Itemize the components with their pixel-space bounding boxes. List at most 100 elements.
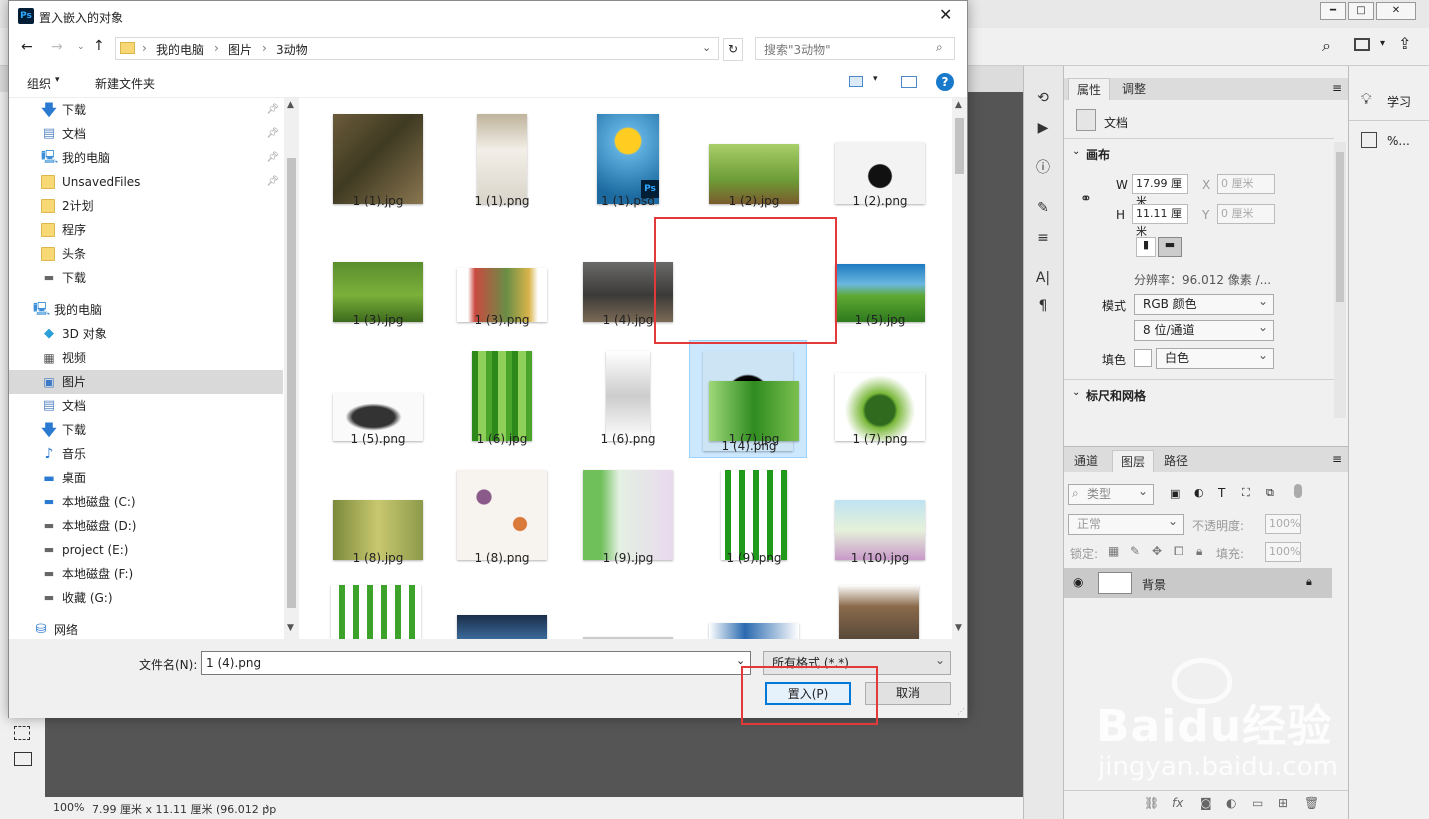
up-arrow-icon[interactable]: ↑ [93,38,105,54]
percent-label[interactable]: %... [1387,134,1410,148]
tab-adjustments[interactable]: 调整 [1114,78,1154,100]
nav-item[interactable]: ♪ 音乐 [9,442,283,466]
file-item[interactable]: 1 (1).jpg [319,106,437,222]
file-item[interactable]: 1 (9).png [695,462,813,578]
panel-menu-icon[interactable]: ≡ [1332,81,1342,95]
tab-layers[interactable]: 图层 [1112,450,1155,472]
screen-mode-icon[interactable] [14,752,32,766]
nav-item[interactable]: ▬ 收藏 (G:) [9,586,283,610]
history-icon[interactable]: ⟲ [1033,88,1053,108]
character-icon[interactable]: A| [1033,268,1053,288]
breadcrumb-item[interactable]: 3动物 [276,41,308,58]
adjustment-filter-icon[interactable]: ◐ [1194,486,1204,499]
file-item[interactable]: 1 (3).jpg [319,224,437,340]
link-icon[interactable]: ⚭ [1080,191,1092,207]
close-icon[interactable]: ✕ [939,5,952,24]
info-icon[interactable]: ⓘ [1033,158,1053,178]
chevron-down-icon[interactable]: ⌄ [1072,387,1080,398]
lightbulb-icon[interactable]: 💡︎ [1361,90,1372,108]
lock-all-icon[interactable]: 🔒︎ [1196,544,1202,559]
adjustment-icon[interactable]: ◐ [1226,796,1236,810]
nav-item[interactable]: 🖳 我的电脑 📌︎ [9,146,283,170]
libraries-icon[interactable] [1361,132,1377,148]
nav-item[interactable]: ▬ 本地磁盘 (F:) [9,562,283,586]
zoom-level[interactable]: 100% [53,801,84,814]
file-item[interactable]: 1 (6).png [569,343,687,459]
nav-item[interactable]: UnsavedFiles 📌︎ [9,170,283,194]
quick-mask-icon[interactable] [14,726,30,740]
file-item[interactable]: 1 (10).jpg [821,462,939,578]
address-bar[interactable]: › 我的电脑 › 图片 › 3动物 ⌄ [115,37,719,60]
eye-icon[interactable]: ◉ [1073,575,1083,589]
fx-icon[interactable]: fx [1172,796,1183,810]
breadcrumb-item[interactable]: 图片 [228,41,252,58]
panel-menu-icon[interactable]: ≡ [1332,452,1342,466]
nav-item[interactable]: ▦ 视频 [9,346,283,370]
lock-artboard-icon[interactable]: ⧠ [1174,544,1184,559]
chevron-down-icon[interactable]: ⌄ [702,41,711,54]
width-field[interactable]: 17.99 厘米 [1132,174,1188,208]
file-item[interactable]: 1 (5).jpg [821,224,939,340]
nav-item[interactable]: ▬ project (E:) [9,538,283,562]
file-item[interactable]: Ps 1 (1).psd [569,106,687,222]
new-folder-button[interactable]: 新建文件夹 [95,75,155,92]
organize-button[interactable]: 组织 [27,75,51,92]
search-icon[interactable]: ⌕ [1322,36,1331,56]
lock-position-icon[interactable]: ✥ [1152,544,1162,558]
play-icon[interactable]: ▶ [1033,118,1053,138]
layer-name[interactable]: 背景 [1142,576,1166,593]
lock-paint-icon[interactable]: ✎ [1130,544,1140,558]
nav-item[interactable]: ◆ 3D 对象 [9,322,283,346]
y-field[interactable]: 0 厘米 [1217,204,1275,224]
file-thumbnail[interactable] [839,585,919,639]
smart-object-filter-icon[interactable]: ⧉ [1266,486,1274,500]
height-field[interactable]: 11.11 厘米 [1132,204,1188,238]
paragraph-icon[interactable]: ¶ [1033,296,1053,316]
resize-grip-icon[interactable]: ⋰ [957,707,965,716]
lock-pixels-icon[interactable]: ▦ [1108,544,1119,558]
file-item[interactable]: 1 (6).jpg [443,343,561,459]
file-item[interactable]: 1 (8).png [443,462,561,578]
image-filter-icon[interactable]: ▣ [1170,487,1180,500]
view-options-icon[interactable] [849,76,863,87]
blend-mode-select[interactable]: 正常 [1068,512,1184,535]
file-item[interactable]: 1 (1).png [443,106,561,222]
brush-icon[interactable]: ✎ [1033,198,1053,218]
layer-filter-select[interactable]: 类型 [1068,482,1154,505]
mask-icon[interactable]: ◙ [1200,796,1212,810]
tab-paths[interactable]: 路径 [1156,450,1196,472]
file-item[interactable]: 1 (2).png [821,106,939,222]
back-arrow-icon[interactable]: ← [21,39,33,55]
file-item[interactable]: 1 (9).jpg [569,462,687,578]
forward-arrow-icon[interactable]: → [51,39,63,55]
share-icon[interactable]: ⇪ [1398,34,1411,53]
maximize-button[interactable]: □ [1348,2,1374,20]
file-item[interactable]: 1 (7).jpg [695,343,813,459]
tab-channels[interactable]: 通道 [1066,450,1106,472]
fill-select[interactable]: 白色 [1156,346,1274,369]
nav-item[interactable]: 🡇 下载 📌︎ [9,98,283,122]
nav-item[interactable]: ▬ 本地磁盘 (D:) [9,514,283,538]
filename-input[interactable]: 1 (4).png ⌄ [201,651,751,675]
learn-label[interactable]: 学习 [1387,93,1411,110]
portrait-icon[interactable]: ▮ [1136,237,1156,257]
nav-item[interactable]: ▤ 文档 📌︎ [9,122,283,146]
opacity-field[interactable]: 100% [1265,514,1301,534]
chevron-down-icon[interactable]: ⌄ [1072,146,1080,157]
nav-item[interactable]: ▬ 本地磁盘 (C:) [9,490,283,514]
nav-item[interactable]: ▬ 下载 [9,266,283,290]
nav-item[interactable]: 🡇 下载 [9,418,283,442]
color-mode-select[interactable]: RGB 颜色 [1134,292,1274,315]
landscape-icon[interactable]: ▬ [1158,237,1182,257]
chevron-down-icon[interactable]: ▾ [55,75,60,85]
delete-icon[interactable]: 🗑︎ [1304,796,1319,810]
bit-depth-select[interactable]: 8 位/通道 [1134,318,1274,341]
fill-swatch[interactable] [1134,349,1152,367]
tab-properties[interactable]: 属性 [1068,78,1111,100]
grid-scrollbar[interactable]: ▲ ▼ [952,98,967,639]
chevron-down-icon[interactable]: ⌄ [77,42,85,52]
layer-fill-field[interactable]: 100% [1265,542,1301,562]
workspace-icon[interactable] [1354,38,1370,51]
panel-scrollbar[interactable] [1334,142,1346,418]
search-input[interactable]: 搜索"3动物" ⌕ [755,37,955,60]
